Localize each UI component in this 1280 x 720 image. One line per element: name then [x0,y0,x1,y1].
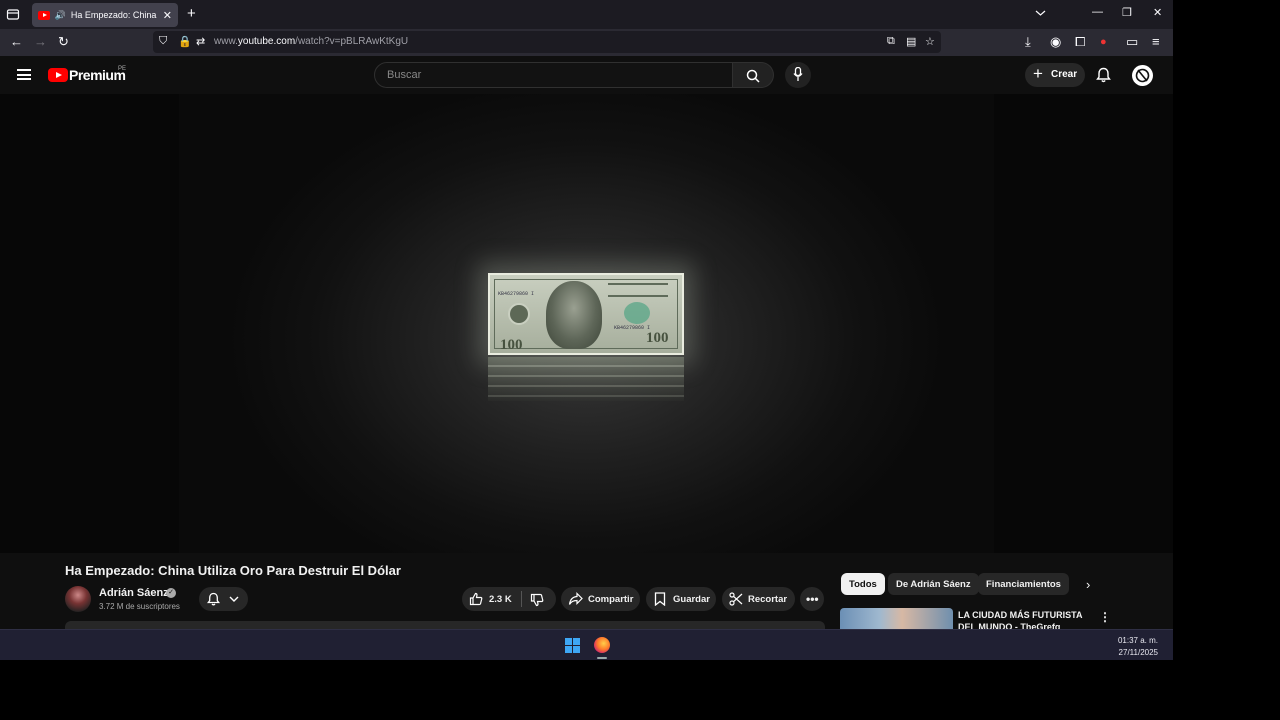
bill-portrait [546,281,602,349]
like-icon[interactable] [469,592,483,606]
youtube-masthead: Premium PE Buscar + Crear [0,56,1173,94]
account-avatar[interactable] [1132,65,1153,86]
reload-icon[interactable]: ↻ [58,35,69,49]
firefox-taskbar-icon[interactable] [594,637,610,653]
account-icon[interactable]: ◉ [1050,35,1061,49]
clock-date: 27/11/2025 [1118,648,1158,657]
url-text[interactable]: www.youtube.com/watch?v=pBLRAwKtKgU [214,36,408,47]
plus-icon: + [1033,64,1043,83]
browser-tab-active[interactable]: 🔊 Ha Empezado: China Utiliza Oro Para De… [32,3,178,27]
audio-playing-icon[interactable]: 🔊 [55,10,66,21]
restore-icon[interactable]: ❐ [1122,6,1132,19]
verified-icon: ✓ [166,588,176,598]
notifications-bell-icon[interactable] [1096,67,1111,83]
youtube-favicon-icon [38,10,50,20]
microphone-icon [793,67,803,81]
close-tab-icon[interactable]: ✕ [163,9,172,22]
menu-icon[interactable]: ≡ [1152,35,1160,49]
bill-serial: KB46279860 I [498,291,535,297]
create-button[interactable]: + Crear [1025,63,1085,87]
brand-premium[interactable]: Premium [69,67,126,83]
video-info-section: Ha Empezado: China Utiliza Oro Para Dest… [0,553,1173,629]
extensions-icon[interactable]: ⧠ [1075,35,1085,49]
picture-in-picture-icon[interactable]: ⧉ [887,35,895,48]
share-button[interactable]: Compartir [561,587,640,611]
list-all-tabs-icon[interactable] [1035,9,1046,17]
chip-channel[interactable]: De Adrián Sáenz [888,573,979,595]
chip-financiamientos[interactable]: Financiamientos [978,573,1069,595]
reader-view-icon[interactable]: ▤ [906,35,916,48]
url-bar[interactable]: ⛉ 🔒 ⇄ www.youtube.com/watch?v=pBLRAwKtKg… [153,31,941,53]
active-app-indicator [597,657,607,659]
subscription-notification-button[interactable] [199,587,248,611]
bill-seal [508,303,530,325]
lock-icon[interactable]: 🔒 [178,35,192,48]
share-label: Compartir [588,594,634,605]
search-icon [746,69,760,83]
create-label: Crear [1051,69,1078,80]
chevron-right-icon[interactable]: › [1086,577,1090,592]
search-button[interactable] [733,62,774,88]
clip-label: Recortar [748,594,788,605]
channel-name[interactable]: Adrián Sáenz [99,587,169,599]
screen: 🔊 Ha Empezado: China Utiliza Oro Para De… [0,0,1173,660]
bookmark-star-icon[interactable]: ☆ [925,35,935,48]
more-vertical-icon[interactable]: ⋮ [1099,610,1111,624]
back-icon[interactable]: ← [10,35,23,49]
minimize-icon[interactable]: — [1092,6,1103,18]
save-button[interactable]: Guardar [646,587,716,611]
region-code: PE [118,66,127,72]
more-horizontal-icon: ••• [806,592,819,606]
search-input[interactable]: Buscar [374,62,733,88]
bill-denomination-left: 100 [500,337,523,353]
guide-menu-icon[interactable] [17,69,31,80]
youtube-logo-icon[interactable] [48,68,68,82]
bill-serial-2: KB46279860 I [614,325,651,331]
browser-tab-strip: 🔊 Ha Empezado: China Utiliza Oro Para De… [0,0,1173,29]
subscriber-count: 3.72 M de suscriptores [99,602,180,611]
avatar-logo-icon [1135,68,1150,83]
like-divider [521,591,522,607]
share-icon [568,592,583,605]
recommendation-title[interactable]: LA CIUDAD MÁS FUTURISTA DEL MUNDO - TheG… [958,609,1083,629]
video-player[interactable]: KB46279860 I KB46279860 I 100 100 [179,94,994,553]
browser-nav-bar: ← → ↻ ⛉ 🔒 ⇄ www.youtube.com/watch?v=pBLR… [0,29,1173,56]
scissors-icon [729,592,743,606]
bill-reflection [488,357,684,401]
like-dislike-group: 2.3 K [462,587,556,611]
more-actions-button[interactable]: ••• [800,587,824,611]
windows-start-icon[interactable] [565,638,580,653]
close-window-icon[interactable]: ✕ [1153,6,1162,19]
recommendation-thumbnail[interactable] [840,608,953,629]
bookmark-icon [654,592,666,606]
tab-title: Ha Empezado: China Utiliza Oro Para Dest… [70,10,159,20]
bell-icon [207,592,220,606]
tab-list-icon[interactable] [6,7,20,21]
new-tab-button[interactable]: + [187,5,196,22]
video-title: Ha Empezado: China Utiliza Oro Para Dest… [65,563,401,578]
channel-avatar[interactable] [65,586,91,612]
extension-icon[interactable]: ▭ [1126,35,1138,49]
description-box[interactable] [65,621,825,629]
downloads-icon[interactable]: ⤓ [1025,35,1031,49]
chip-todos[interactable]: Todos [841,573,885,595]
tracking-protection-icon[interactable]: ⛉ [159,35,167,48]
clock-time: 01:37 a. m. [1117,636,1158,645]
like-count[interactable]: 2.3 K [489,594,512,605]
voice-search-button[interactable] [785,62,811,88]
bill-green-seal [624,302,650,324]
save-label: Guardar [673,594,710,605]
windows-taskbar: 01:37 a. m. 27/11/2025 [0,629,1173,660]
chevron-down-icon [229,596,239,602]
system-clock[interactable]: 01:37 a. m. 27/11/2025 [1118,635,1158,659]
search-placeholder: Buscar [387,69,422,81]
ublock-icon[interactable]: ● [1100,35,1107,49]
dollar-bill-image: KB46279860 I KB46279860 I 100 100 [488,273,684,355]
clip-button[interactable]: Recortar [722,587,795,611]
bill-banner [608,283,668,297]
forward-icon[interactable]: → [34,35,47,49]
bill-denomination-right: 100 [646,330,669,346]
dislike-icon[interactable] [530,593,544,607]
permissions-icon[interactable]: ⇄ [196,35,205,48]
